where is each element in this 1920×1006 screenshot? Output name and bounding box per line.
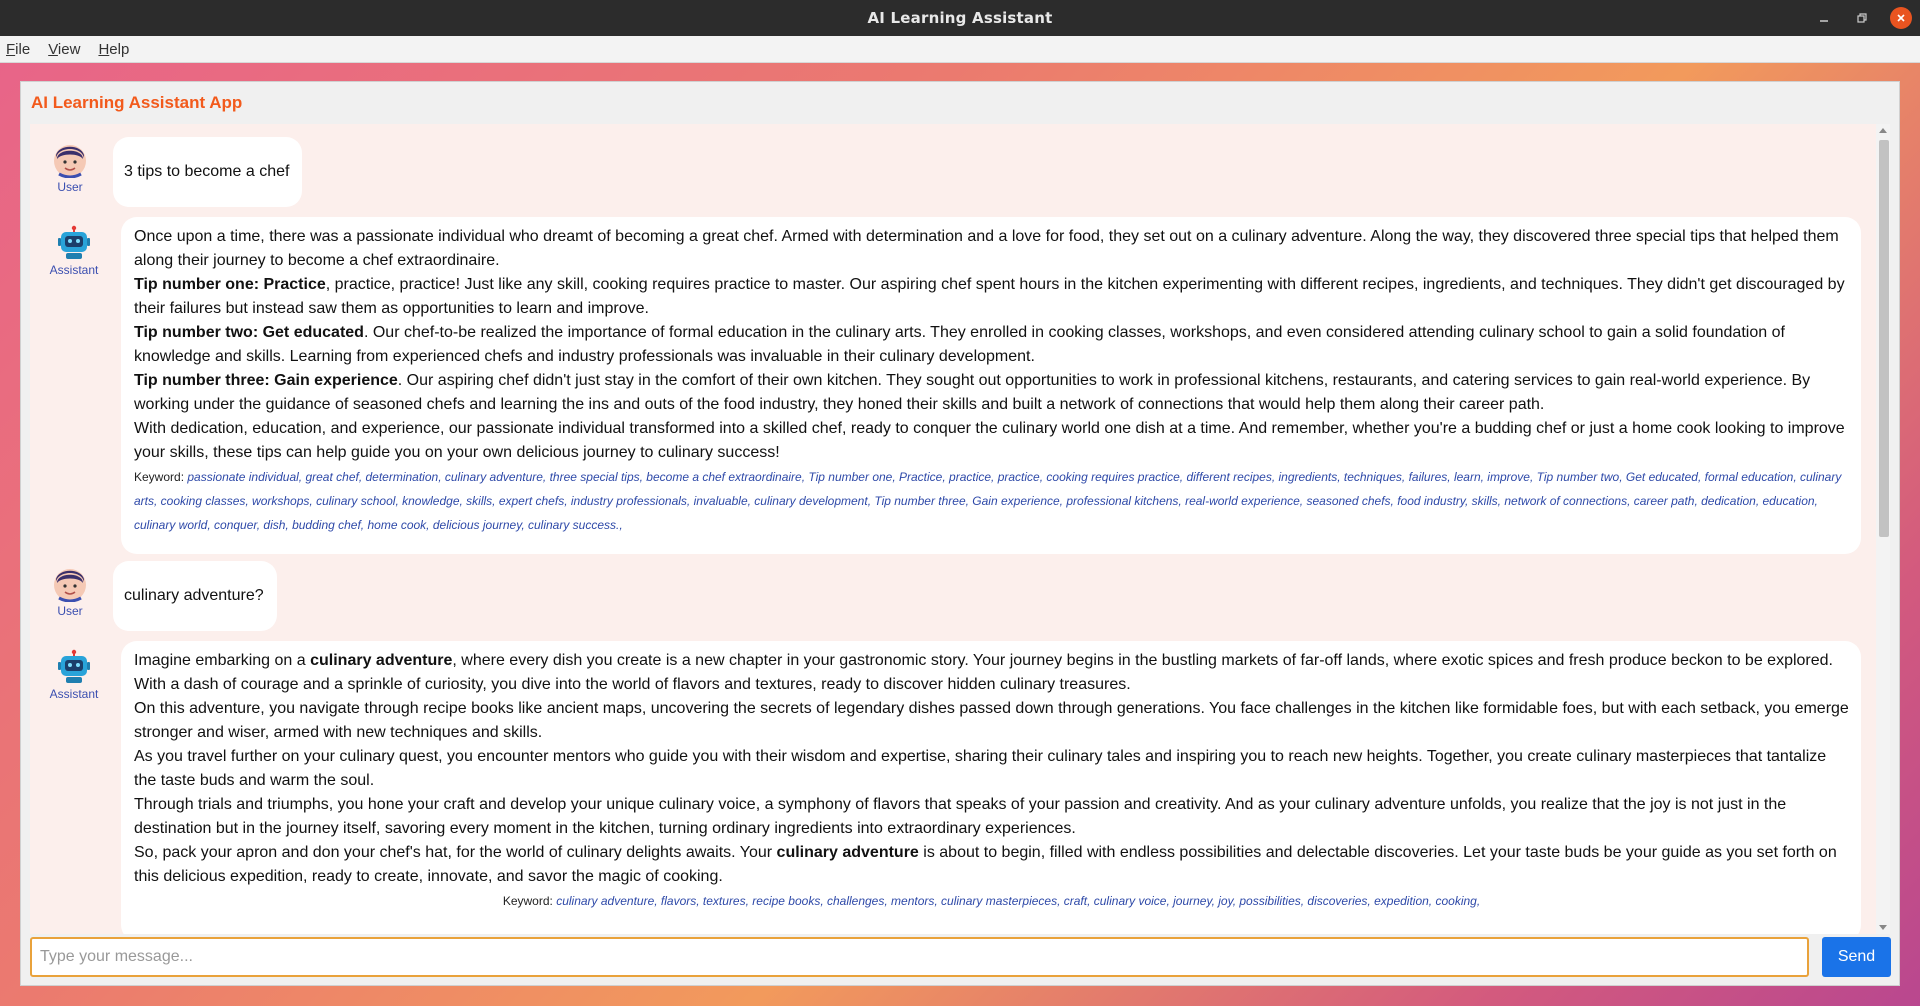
chat-scrollbar[interactable]	[1876, 124, 1890, 934]
menu-file-mnemonic: F	[6, 40, 16, 58]
assistant-paragraph: Imagine embarking on a culinary adventur…	[134, 649, 1849, 697]
keyword-list: passionate individual, great chef, deter…	[134, 470, 1842, 532]
tip-text: , practice, practice! Just like any skil…	[134, 276, 1845, 317]
assistant-paragraph: Tip number one: Practice, practice, prac…	[134, 273, 1849, 321]
assistant-label: Assistant	[49, 263, 99, 277]
assistant-paragraph: Tip number three: Gain experience. Our a…	[134, 369, 1849, 417]
assistant-message-bubble: Once upon a time, there was a passionate…	[121, 217, 1861, 554]
scroll-down-icon[interactable]	[1879, 925, 1887, 930]
keyword-label: Keyword:	[502, 894, 553, 908]
menu-bar: File View Help	[0, 36, 1920, 63]
tip-text: . Our chef-to-be realized the importance…	[134, 324, 1785, 365]
restore-icon[interactable]	[1852, 8, 1872, 28]
tip-heading: Tip number two: Get educated	[134, 324, 364, 341]
user-message-bubble: culinary adventure?	[113, 561, 277, 631]
assistant-paragraph: On this adventure, you navigate through …	[134, 700, 1849, 741]
menu-file[interactable]: File	[6, 41, 30, 58]
assistant-avatar-block: Assistant	[47, 649, 101, 701]
keyword-line: Keyword: culinary adventure, flavors, te…	[134, 889, 1849, 913]
close-icon[interactable]	[1890, 7, 1912, 29]
assistant-paragraph: With dedication, education, and experien…	[134, 420, 1845, 461]
app-header: AI Learning Assistant App	[21, 82, 1899, 124]
robot-avatar-icon	[58, 649, 90, 683]
user-label: User	[57, 604, 83, 618]
chat-area[interactable]: User 3 tips to become a chef Assistant O…	[30, 124, 1890, 934]
user-avatar-icon	[54, 145, 86, 178]
menu-view-mnemonic: V	[48, 40, 58, 58]
scroll-thumb[interactable]	[1879, 140, 1889, 537]
assistant-paragraph: Through trials and triumphs, you hone yo…	[134, 796, 1787, 837]
user-message-bubble: 3 tips to become a chef	[113, 137, 302, 207]
keyword-list: culinary adventure, flavors, textures, r…	[556, 894, 1481, 908]
paragraph-text: Imagine embarking on a	[134, 652, 311, 669]
app-title: AI Learning Assistant App	[31, 93, 243, 112]
user-avatar-block: User	[46, 568, 94, 618]
robot-avatar-icon	[58, 225, 90, 259]
tip-heading: Tip number one: Practice	[134, 276, 326, 293]
user-avatar-block: User	[46, 144, 94, 194]
user-avatar-icon	[54, 569, 86, 602]
highlight-phrase: culinary adventure	[310, 652, 453, 669]
assistant-paragraph: So, pack your apron and don your chef's …	[134, 841, 1849, 889]
window-controls	[1814, 0, 1912, 36]
send-button[interactable]: Send	[1822, 937, 1891, 977]
app-panel: AI Learning Assistant App User 3 tips to…	[20, 81, 1900, 986]
assistant-paragraph: Once upon a time, there was a passionate…	[134, 228, 1839, 269]
assistant-paragraph: As you travel further on your culinary q…	[134, 748, 1827, 789]
assistant-avatar-block: Assistant	[47, 225, 101, 277]
minimize-icon[interactable]	[1814, 8, 1834, 28]
scroll-up-icon[interactable]	[1879, 128, 1887, 133]
message-input[interactable]	[30, 937, 1809, 977]
input-row: Send	[30, 935, 1891, 981]
menu-view-label: iew	[57, 40, 81, 58]
menu-help-label: elp	[109, 40, 130, 58]
tip-heading: Tip number three: Gain experience	[134, 372, 398, 389]
menu-file-label: ile	[15, 40, 31, 58]
assistant-message-bubble: Imagine embarking on a culinary adventur…	[121, 641, 1861, 934]
user-message-text: culinary adventure?	[124, 587, 264, 604]
highlight-phrase: culinary adventure	[776, 844, 919, 861]
menu-help-mnemonic: H	[98, 40, 110, 58]
user-label: User	[57, 180, 83, 194]
assistant-paragraph: Tip number two: Get educated. Our chef-t…	[134, 321, 1849, 369]
title-bar: AI Learning Assistant	[0, 0, 1920, 36]
keyword-line: Keyword: passionate individual, great ch…	[134, 465, 1849, 537]
paragraph-text: So, pack your apron and don your chef's …	[134, 844, 777, 861]
menu-help[interactable]: Help	[98, 41, 129, 58]
keyword-label: Keyword:	[134, 470, 185, 484]
menu-view[interactable]: View	[48, 41, 80, 58]
assistant-label: Assistant	[49, 687, 99, 701]
window-title: AI Learning Assistant	[867, 9, 1053, 27]
user-message-text: 3 tips to become a chef	[124, 163, 290, 180]
